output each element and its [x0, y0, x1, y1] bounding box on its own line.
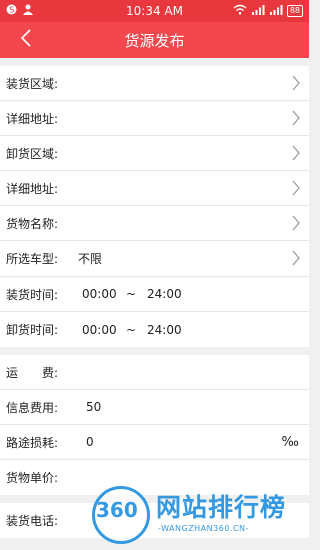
signal-icon: [269, 4, 283, 18]
chevron-right-icon: [292, 110, 300, 126]
section-gap: [0, 58, 309, 66]
loss-label: 路途损耗:: [6, 435, 59, 450]
chevron-right-icon: [292, 145, 300, 161]
unloading-area-row[interactable]: 卸货区域:: [0, 136, 309, 171]
vehicle-type-value: 不限: [78, 252, 103, 266]
chevron-right-icon: [292, 180, 300, 196]
unloading-time-end[interactable]: 24:00: [147, 323, 182, 337]
vehicle-type-row[interactable]: 所选车型: 不限: [0, 241, 309, 276]
loading-address-label: 详细地址:: [6, 111, 59, 126]
loading-address-row[interactable]: 详细地址:: [0, 101, 309, 136]
loading-time-sep: ~: [126, 287, 137, 301]
loss-row[interactable]: 路途损耗: 0 ‰: [0, 425, 309, 460]
unloading-address-row[interactable]: 详细地址:: [0, 171, 309, 206]
loading-area-label: 装货区域:: [6, 76, 59, 91]
time-group: 装货时间: 00:00 ~ 24:00 卸货时间: 00:00 ~ 24:00: [0, 276, 309, 347]
title-bar: 货源发布: [0, 22, 309, 58]
freight-label: 运 费:: [6, 365, 59, 380]
battery-icon: 88: [286, 5, 303, 17]
page-title: 货源发布: [124, 31, 185, 50]
goods-name-row[interactable]: 货物名称:: [0, 206, 309, 241]
loading-time-label: 装货时间:: [6, 287, 59, 302]
status-right-icons: 88: [233, 4, 303, 18]
unloading-time-label: 卸货时间:: [6, 323, 59, 337]
info-fee-label: 信息费用:: [6, 400, 59, 415]
chevron-right-icon: [292, 75, 300, 91]
watermark-logo: 360 网站排行榜 -WANGZHAN360.CN-: [92, 486, 302, 544]
loading-phone-label: 装货电话:: [6, 514, 59, 528]
section-gap: [0, 347, 309, 355]
loading-time-row[interactable]: 装货时间: 00:00 ~ 24:00: [0, 277, 309, 312]
watermark-number: 360: [96, 498, 138, 522]
freight-row[interactable]: 运 费:: [0, 355, 309, 390]
watermark-sub: -WANGZHAN360.CN-: [158, 524, 249, 533]
form-content: 装货区域: 详细地址: 卸货区域: 详细地址: 货物名称: 所选车型: 不限 装…: [0, 58, 309, 538]
unloading-time-row[interactable]: 卸货时间: 00:00 ~ 24:00: [0, 312, 309, 347]
vehicle-type-label: 所选车型:: [6, 252, 59, 266]
chevron-right-icon: [292, 215, 300, 231]
info-fee-row[interactable]: 信息费用: 50: [0, 390, 309, 425]
signal-icon: [251, 4, 265, 18]
watermark-text: 网站排行榜: [156, 493, 287, 522]
loading-area-row[interactable]: 装货区域:: [0, 66, 309, 101]
loading-time-start[interactable]: 00:00: [82, 287, 117, 301]
loss-value[interactable]: 0: [86, 435, 94, 449]
unloading-area-label: 卸货区域:: [6, 146, 59, 161]
info-fee-value[interactable]: 50: [86, 400, 101, 414]
status-bar: S 10:34 AM 88: [0, 0, 309, 22]
permille-unit: ‰: [281, 434, 299, 450]
unloading-time-start[interactable]: 00:00: [82, 323, 117, 337]
fee-group: 运 费: 信息费用: 50 路途损耗: 0 ‰ 货物单价:: [0, 355, 309, 495]
goods-name-label: 货物名称:: [6, 216, 59, 231]
wifi-icon: [233, 4, 247, 18]
location-group: 装货区域: 详细地址: 卸货区域: 详细地址: 货物名称: 所选车型: 不限: [0, 66, 309, 276]
unloading-time-sep: ~: [126, 322, 137, 337]
unit-price-label: 货物单价:: [6, 471, 59, 485]
chevron-right-icon: [292, 250, 300, 266]
unloading-address-label: 详细地址:: [6, 181, 59, 196]
chevron-left-icon[interactable]: [20, 28, 32, 53]
loading-time-end[interactable]: 24:00: [147, 287, 182, 301]
